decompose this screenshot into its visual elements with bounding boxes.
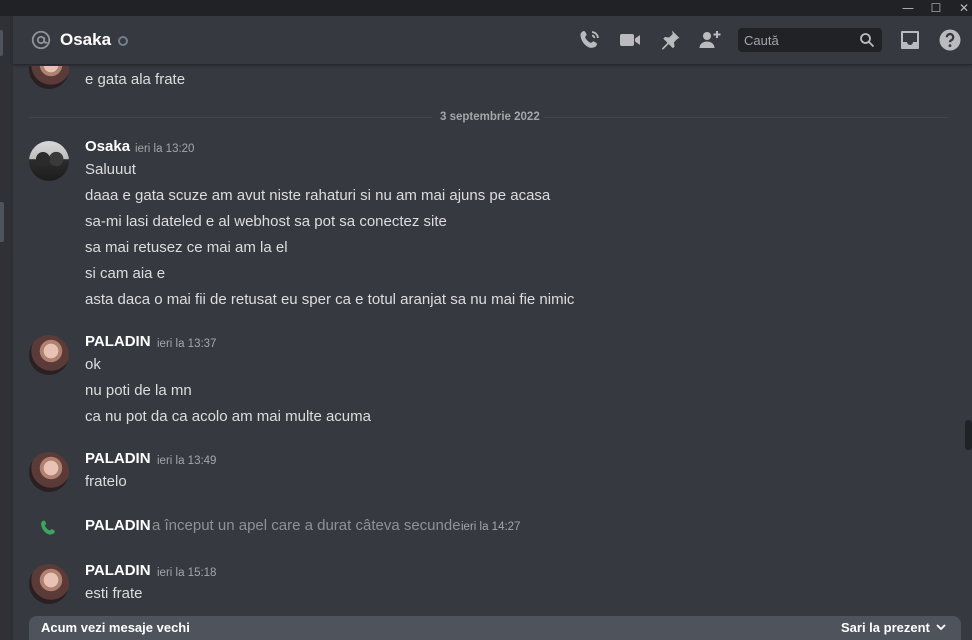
message-timestamp: ieri la 14:27 xyxy=(461,521,521,533)
minimize-window-button[interactable]: — xyxy=(894,0,922,16)
message-line: fratelo xyxy=(85,473,127,490)
message-line: nu poti de la mn xyxy=(85,382,192,399)
message-timestamp: ieri la 13:49 xyxy=(157,455,217,467)
inbox-icon[interactable] xyxy=(898,28,922,52)
chevron-down-icon[interactable] xyxy=(935,621,947,633)
message-line: asta daca o mai fii de retusat eu sper c… xyxy=(85,291,575,308)
date-divider: 3 septembrie 2022 xyxy=(440,111,540,123)
message-author[interactable]: PALADIN xyxy=(85,332,151,352)
sidebar-edge xyxy=(0,16,13,640)
sidebar-indicator xyxy=(0,30,3,56)
avatar[interactable] xyxy=(29,66,69,89)
search-input[interactable] xyxy=(744,28,854,52)
old-messages-bar: Acum vezi mesaje vechi Sari la prezent xyxy=(29,616,961,640)
message-timestamp: ieri la 13:20 xyxy=(135,143,195,155)
channel-title: Osaka xyxy=(60,30,112,49)
sidebar-indicator xyxy=(0,202,4,242)
divider-line xyxy=(29,117,432,118)
close-window-button[interactable]: ✕ xyxy=(950,0,972,16)
phone-call-icon xyxy=(41,520,55,535)
message-line: Saluuut xyxy=(85,161,136,178)
message-line: e gata ala frate xyxy=(85,71,186,88)
jump-to-present-button[interactable]: Sari la prezent xyxy=(841,620,930,635)
call-author[interactable]: PALADIN xyxy=(85,516,151,536)
old-messages-notice: Acum vezi mesaje vechi xyxy=(41,620,190,635)
window-titlebar: — ☐ ✕ xyxy=(0,0,972,16)
message-author[interactable]: PALADIN xyxy=(85,449,151,469)
at-icon xyxy=(31,30,51,50)
message-timestamp: ieri la 13:37 xyxy=(157,338,217,350)
pin-icon[interactable] xyxy=(658,28,682,52)
message-author[interactable]: Osaka xyxy=(85,137,130,157)
avatar[interactable] xyxy=(29,452,69,492)
message-list[interactable]: e gata ala frate 3 septembrie 2022 Osaka… xyxy=(13,66,964,616)
message-author[interactable]: PALADIN xyxy=(85,561,151,581)
avatar[interactable] xyxy=(29,564,69,604)
message-line: si cam aia e xyxy=(85,265,166,282)
offline-status-icon xyxy=(118,36,128,46)
message-line: sa-mi lasi dateled e al webhost sa pot s… xyxy=(85,213,447,230)
message-line: ca nu pot da ca acolo am mai multe acuma xyxy=(85,408,371,425)
message-line: esti frate xyxy=(85,585,143,602)
add-friend-icon[interactable] xyxy=(698,28,722,52)
avatar[interactable] xyxy=(29,141,69,181)
help-icon[interactable] xyxy=(938,28,962,52)
phone-call-icon[interactable] xyxy=(578,28,602,52)
channel-header: Osaka xyxy=(13,16,972,65)
scrollbar-thumb[interactable] xyxy=(965,420,972,450)
video-call-icon[interactable] xyxy=(618,28,642,52)
call-message: a început un apel care a durat câteva se… xyxy=(152,517,465,534)
message-line: ok xyxy=(85,356,101,373)
maximize-window-button[interactable]: ☐ xyxy=(922,0,950,16)
search-icon[interactable] xyxy=(859,32,875,48)
message-timestamp: ieri la 15:18 xyxy=(157,567,217,579)
message-line: daaa e gata scuze am avut niste rahaturi… xyxy=(85,187,551,204)
search-box[interactable] xyxy=(738,28,882,52)
message-line: sa mai retusez ce mai am la el xyxy=(85,239,288,256)
divider-line xyxy=(544,117,948,118)
avatar[interactable] xyxy=(29,335,69,375)
